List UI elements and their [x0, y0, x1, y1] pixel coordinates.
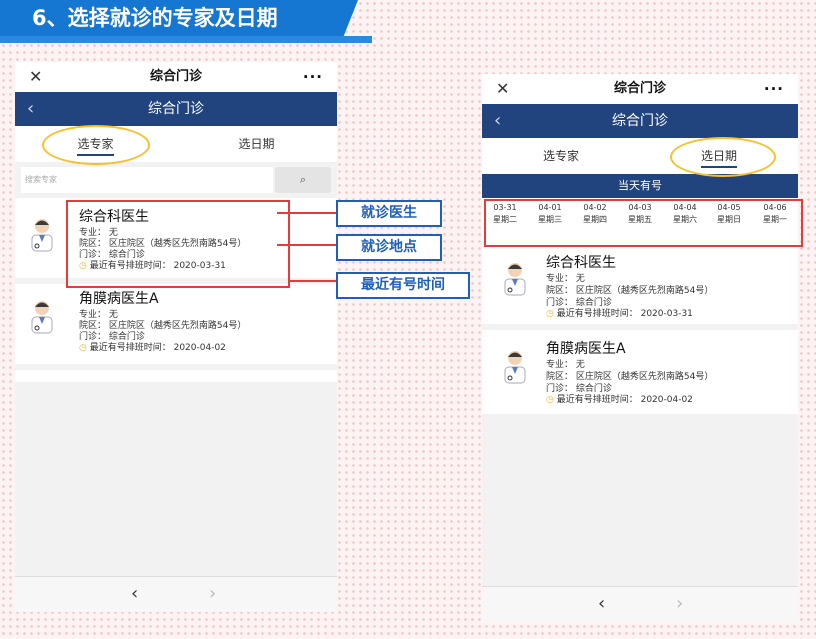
- next-page-icon[interactable]: ›: [209, 583, 216, 604]
- page-title: 综合门诊: [612, 113, 668, 129]
- more-icon[interactable]: ···: [764, 74, 784, 104]
- prev-page-icon[interactable]: ‹: [131, 583, 138, 604]
- doctor-latest-text: 最近有号排班时间： 2020-03-31: [556, 309, 693, 319]
- doctor-hospital: 院区： 区庄院区（越秀区先烈南路54号）: [79, 321, 247, 331]
- wechat-title: 综合门诊: [149, 69, 202, 84]
- doctor-latest-slot: ◷ 最近有号排班时间： 2020-03-31: [546, 309, 693, 320]
- doctor-avatar: [502, 348, 528, 384]
- nav-bar: ‹ 综合门诊: [482, 104, 798, 138]
- tab-date[interactable]: 选日期: [176, 126, 337, 162]
- doctor-clinic: 门诊： 综合门诊: [546, 298, 612, 308]
- back-icon[interactable]: ‹: [27, 92, 34, 126]
- doctor-card[interactable]: 综合科医生 专业： 无 院区： 区庄院区（越秀区先烈南路54号） 门诊： 综合门…: [482, 238, 798, 330]
- tab-date-label: 选日期: [238, 137, 275, 151]
- empty-area: [482, 420, 798, 586]
- clock-icon: ◷: [546, 395, 554, 405]
- doctor-card[interactable]: 角膜病医生A 专业： 无 院区： 区庄院区（越秀区先烈南路54号） 门诊： 综合…: [482, 330, 798, 420]
- more-icon[interactable]: ···: [303, 62, 323, 92]
- doctor-specialty: 专业： 无: [546, 360, 585, 370]
- doctor-avatar: [29, 298, 55, 334]
- wechat-title-bar: ✕ 综合门诊 ···: [15, 62, 337, 92]
- doctor-avatar: [502, 260, 528, 296]
- pager-bar: ‹ ›: [15, 576, 337, 612]
- next-page-icon[interactable]: ›: [676, 593, 683, 614]
- doctor-clinic: 门诊： 综合门诊: [79, 332, 145, 342]
- connector-line: [288, 280, 336, 282]
- doctor-name: 角膜病医生A: [79, 291, 159, 307]
- doctor-hospital: 院区： 区庄院区（越秀区先烈南路54号）: [546, 286, 714, 296]
- empty-area: [15, 382, 337, 576]
- tab-expert[interactable]: 选专家: [482, 138, 640, 174]
- callout-location: 就诊地点: [336, 234, 442, 261]
- clock-icon: ◷: [79, 343, 87, 353]
- step-heading: 6、选择就诊的专家及日期: [0, 0, 358, 36]
- search-icon: ⌕: [299, 173, 307, 186]
- search-input[interactable]: 搜索专家: [21, 167, 273, 193]
- doctor-list: 综合科医生 专业： 无 院区： 区庄院区（越秀区先烈南路54号） 门诊： 综合门…: [482, 238, 798, 420]
- search-button[interactable]: ⌕: [275, 167, 331, 193]
- page-title: 综合门诊: [148, 101, 204, 117]
- doctor-latest-slot: ◷ 最近有号排班时间： 2020-04-02: [546, 395, 693, 406]
- nav-bar: ‹ 综合门诊: [15, 92, 337, 126]
- doctor-card[interactable]: 角膜病医生A 专业： 无 院区： 区庄院区（越秀区先烈南路54号） 门诊： 综合…: [15, 284, 337, 370]
- close-icon[interactable]: ✕: [496, 74, 509, 104]
- prev-page-icon[interactable]: ‹: [598, 593, 605, 614]
- date-row-highlight: [484, 199, 803, 247]
- doctor-specialty: 专业： 无: [79, 310, 118, 320]
- doctor-name: 角膜病医生A: [546, 341, 626, 357]
- search-row: 搜索专家 ⌕: [15, 162, 337, 198]
- heading-underline: [0, 36, 372, 43]
- wechat-title: 综合门诊: [613, 81, 666, 96]
- connector-line: [277, 244, 336, 246]
- doctor-latest-text: 最近有号排班时间： 2020-04-02: [556, 395, 693, 405]
- connector-line: [277, 212, 336, 214]
- date-tab-highlight: [670, 137, 776, 177]
- available-today-bar[interactable]: 当天有号: [482, 174, 798, 198]
- expert-tab-highlight: [42, 125, 150, 165]
- clock-icon: ◷: [546, 309, 554, 319]
- callout-doctor: 就诊医生: [336, 200, 442, 227]
- wechat-title-bar: ✕ 综合门诊 ···: [482, 74, 798, 104]
- doctor-latest-slot: ◷ 最近有号排班时间： 2020-04-02: [79, 343, 226, 354]
- close-icon[interactable]: ✕: [29, 62, 42, 92]
- doctor-latest-text: 最近有号排班时间： 2020-04-02: [89, 343, 226, 353]
- pager-bar: ‹ ›: [482, 586, 798, 622]
- doctor-avatar: [29, 216, 55, 252]
- doctor-specialty: 专业： 无: [546, 274, 585, 284]
- doctor-info-highlight: [66, 200, 290, 288]
- tab-expert-label: 选专家: [542, 149, 579, 163]
- doctor-name: 综合科医生: [546, 255, 616, 271]
- callout-time: 最近有号时间: [336, 272, 470, 299]
- back-icon[interactable]: ‹: [494, 104, 501, 138]
- doctor-clinic: 门诊： 综合门诊: [546, 384, 612, 394]
- doctor-hospital: 院区： 区庄院区（越秀区先烈南路54号）: [546, 372, 714, 382]
